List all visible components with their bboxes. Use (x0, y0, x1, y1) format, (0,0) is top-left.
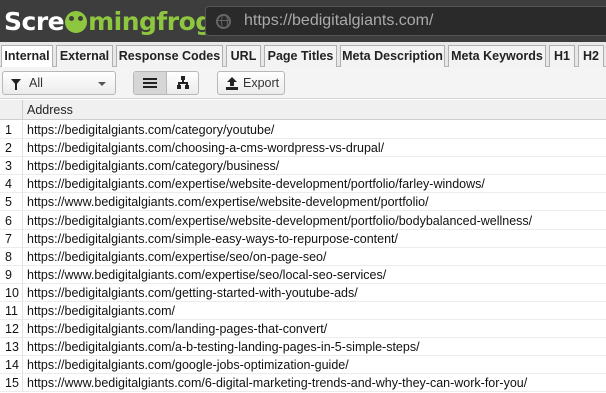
row-address: https://bedigitalgiants.com/expertise/we… (27, 177, 485, 192)
tab-external[interactable]: External (56, 45, 113, 67)
row-number: 6 (0, 211, 23, 230)
table-row[interactable]: 12 https://bedigitalgiants.com/landing-pa… (0, 320, 606, 339)
table-row[interactable]: 10 https://bedigitalgiants.com/getting-st… (0, 283, 606, 302)
address-column-header[interactable]: Address (27, 103, 73, 117)
tab-meta-keywords[interactable]: Meta Keywords (448, 45, 546, 67)
row-number: 7 (0, 229, 23, 248)
upload-icon (226, 77, 238, 90)
row-number: 13 (0, 338, 23, 357)
tree-view-button[interactable] (167, 72, 200, 94)
tab-response-codes[interactable]: Response Codes (116, 45, 223, 67)
table-row[interactable]: 13 https://bedigitalgiants.com/a-b-testin… (0, 338, 606, 357)
row-number: 10 (0, 283, 23, 302)
tree-icon (177, 76, 189, 89)
globe-icon (216, 14, 231, 29)
funnel-icon (11, 79, 21, 90)
tab-meta-description[interactable]: Meta Description (340, 45, 445, 67)
list-view-button[interactable] (134, 72, 167, 94)
row-number: 9 (0, 265, 23, 284)
view-toggle (133, 71, 199, 95)
row-address: https://bedigitalgiants.com/expertise/we… (27, 213, 533, 228)
row-address: https://bedigitalgiants.com/google-jobs-… (27, 358, 349, 373)
filter-dropdown[interactable]: All (2, 71, 116, 95)
table-row[interactable]: 7 https://bedigitalgiants.com/simple-easy… (0, 229, 606, 248)
tab-page-titles[interactable]: Page Titles (264, 45, 337, 67)
row-number: 11 (0, 302, 23, 320)
row-number: 2 (0, 139, 23, 158)
row-address: https://bedigitalgiants.com/choosing-a-c… (27, 141, 385, 156)
row-address: https://bedigitalgiants.com/getting-star… (27, 285, 358, 300)
row-address: https://bedigitalgiants.com/category/you… (27, 123, 275, 137)
row-address: https://www.bedigitalgiants.com/expertis… (27, 267, 387, 282)
table-row[interactable]: 5 https://www.bedigitalgiants.com/experti… (0, 193, 606, 212)
table-header: Address (0, 100, 606, 120)
tab-url[interactable]: URL (226, 45, 261, 67)
row-address: https://www.bedigitalgiants.com/6-digita… (27, 376, 528, 391)
row-number: 1 (0, 121, 23, 139)
row-number: 14 (0, 356, 23, 375)
url-input[interactable]: https://bedigitalgiants.com/ (205, 6, 606, 36)
tab-h2[interactable]: H2 (578, 45, 604, 67)
logo-prefix: Scre (4, 6, 65, 36)
row-address: https://bedigitalgiants.com/ (27, 304, 175, 318)
row-number: 15 (0, 374, 23, 393)
screaming-frog-logo: Scre mingfrog (4, 5, 213, 37)
logo-suffix: mingfrog (88, 6, 213, 36)
toolbar: All Export (0, 67, 606, 99)
app-header: Scre mingfrog https://bedigitalgiants.co… (0, 0, 606, 42)
table-row[interactable]: 6 https://bedigitalgiants.com/expertise/w… (0, 211, 606, 230)
export-button[interactable]: Export (217, 71, 285, 95)
row-number-header (0, 100, 23, 120)
export-label: Export (243, 76, 280, 90)
filter-value: All (29, 76, 43, 90)
table-row[interactable]: 15 https://www.bedigitalgiants.com/6-digi… (0, 374, 606, 393)
table-row[interactable]: 3 https://bedigitalgiants.com/category/bu… (0, 157, 606, 176)
row-address: https://bedigitalgiants.com/simple-easy-… (27, 231, 399, 246)
row-address: https://www.bedigitalgiants.com/expertis… (27, 195, 429, 210)
list-icon (143, 78, 157, 88)
row-number: 5 (0, 193, 23, 212)
table-row[interactable]: 4 https://bedigitalgiants.com/expertise/w… (0, 175, 606, 194)
table-row[interactable]: 8 https://bedigitalgiants.com/expertise/s… (0, 247, 606, 266)
row-number: 3 (0, 157, 23, 176)
row-address: https://bedigitalgiants.com/expertise/se… (27, 249, 327, 264)
tab-bar: Internal External Response Codes URL Pag… (0, 42, 606, 68)
results-table: Address 1 https://bedigitalgiants.com/cat… (0, 100, 606, 393)
row-address: https://bedigitalgiants.com/landing-page… (27, 322, 328, 337)
row-number: 4 (0, 175, 23, 194)
table-row[interactable]: 11 https://bedigitalgiants.com/ (0, 302, 606, 320)
table-row[interactable]: 9 https://www.bedigitalgiants.com/experti… (0, 265, 606, 284)
row-number: 12 (0, 320, 23, 339)
tab-h1[interactable]: H1 (549, 45, 575, 67)
row-address: https://bedigitalgiants.com/a-b-testing-… (27, 340, 420, 355)
chevron-down-icon (98, 82, 106, 86)
table-row[interactable]: 14 https://bedigitalgiants.com/google-job… (0, 356, 606, 375)
row-address: https://bedigitalgiants.com/category/bus… (27, 159, 280, 174)
frog-icon (65, 11, 88, 33)
table-row[interactable]: 2 https://bedigitalgiants.com/choosing-a-… (0, 139, 606, 158)
url-text: https://bedigitalgiants.com/ (244, 12, 434, 29)
tab-internal[interactable]: Internal (1, 45, 53, 68)
table-row[interactable]: 1 https://bedigitalgiants.com/category/yo… (0, 121, 606, 139)
row-number: 8 (0, 247, 23, 266)
